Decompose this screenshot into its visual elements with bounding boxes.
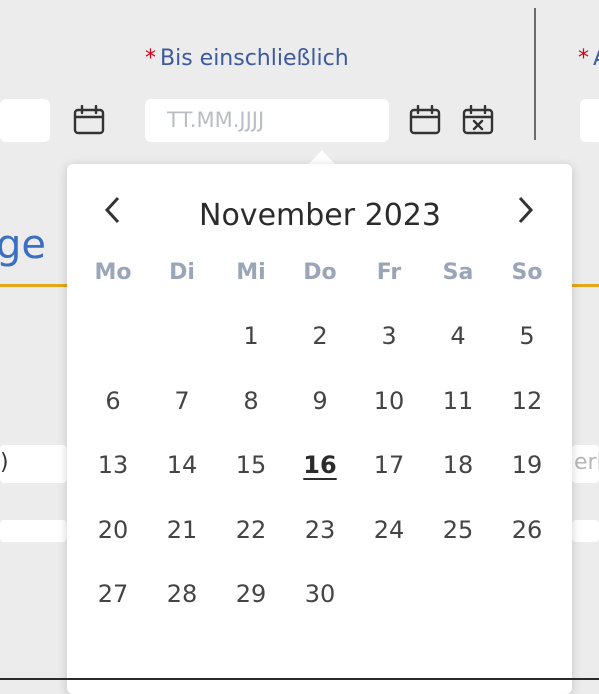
day-cell[interactable]: 5 — [502, 316, 552, 356]
day-cell[interactable]: 17 — [364, 445, 414, 485]
day-cell[interactable]: 8 — [226, 381, 276, 421]
end-date-placeholder: TT.MM.JJJJ — [167, 108, 265, 132]
background-row-right — [572, 520, 599, 542]
day-cell[interactable]: 24 — [364, 510, 414, 550]
day-cell[interactable]: 14 — [157, 445, 207, 485]
weekday-label: Mo — [94, 260, 132, 285]
day-cell[interactable]: 27 — [88, 574, 138, 614]
start-date-input[interactable] — [0, 99, 50, 142]
weekday-label: Sa — [442, 260, 474, 285]
end-date-label: * Bis einschließlich — [145, 46, 349, 71]
background-field-left-text: ) — [0, 450, 9, 475]
chevron-left-icon — [103, 195, 123, 229]
next-field-label: *A — [578, 46, 599, 71]
day-cell[interactable]: 10 — [364, 381, 414, 421]
weekday-label: Di — [169, 260, 195, 285]
calendar-icon — [409, 104, 441, 139]
datepicker-popup: November 2023 Mo Di Mi Do Fr Sa So 1 2 3 4 5 6 7 8 9 10… — [67, 164, 572, 694]
next-field-label-text: A — [593, 46, 599, 71]
day-cell[interactable]: 9 — [295, 381, 345, 421]
day-cell[interactable]: 11 — [433, 381, 483, 421]
day-cell[interactable]: 19 — [502, 445, 552, 485]
day-cell[interactable]: 18 — [433, 445, 483, 485]
heading-underline-right — [572, 284, 599, 287]
next-field-input[interactable] — [580, 99, 599, 142]
end-date-clear-button[interactable] — [459, 103, 497, 141]
day-cell[interactable]: 25 — [433, 510, 483, 550]
start-date-calendar-button[interactable] — [70, 103, 108, 141]
required-marker: * — [145, 46, 156, 71]
day-cell[interactable]: 12 — [502, 381, 552, 421]
day-cell[interactable]: 21 — [157, 510, 207, 550]
day-cell[interactable]: 6 — [88, 381, 138, 421]
background-field-right-text: erk — [574, 450, 599, 475]
day-cell[interactable]: 22 — [226, 510, 276, 550]
calendar-clear-icon — [462, 104, 494, 139]
background-field-left — [0, 445, 67, 483]
next-month-button[interactable] — [503, 190, 547, 234]
page-heading-fragment: ge — [0, 222, 46, 268]
day-cell[interactable]: 23 — [295, 510, 345, 550]
day-cell[interactable]: 15 — [226, 445, 276, 485]
day-cell[interactable]: 13 — [88, 445, 138, 485]
weekday-label: Mi — [236, 260, 266, 285]
day-cell[interactable]: 7 — [157, 381, 207, 421]
end-date-input[interactable]: TT.MM.JJJJ — [145, 99, 389, 142]
day-cell[interactable]: 29 — [226, 574, 276, 614]
weekday-label: Do — [303, 260, 337, 285]
day-cell[interactable]: 2 — [295, 316, 345, 356]
day-cell[interactable]: 3 — [364, 316, 414, 356]
heading-underline — [0, 284, 70, 287]
background-row-left — [0, 520, 67, 542]
calendar-icon — [73, 104, 105, 139]
required-marker: * — [578, 46, 589, 71]
datepicker-pointer — [308, 150, 336, 165]
day-cell[interactable]: 30 — [295, 574, 345, 614]
chevron-right-icon — [515, 195, 535, 229]
day-cell[interactable]: 1 — [226, 316, 276, 356]
prev-month-button[interactable] — [91, 190, 135, 234]
weekday-label: So — [511, 260, 543, 285]
weekday-label: Fr — [376, 260, 402, 285]
day-cell[interactable]: 28 — [157, 574, 207, 614]
day-cell[interactable]: 4 — [433, 316, 483, 356]
day-cell-today[interactable]: 16 — [295, 445, 345, 485]
day-cell[interactable]: 26 — [502, 510, 552, 550]
day-cell[interactable]: 20 — [88, 510, 138, 550]
column-divider — [534, 8, 536, 140]
end-date-calendar-button[interactable] — [406, 103, 444, 141]
month-year-label[interactable]: November 2023 — [170, 198, 470, 233]
end-date-label-text: Bis einschließlich — [160, 46, 349, 71]
